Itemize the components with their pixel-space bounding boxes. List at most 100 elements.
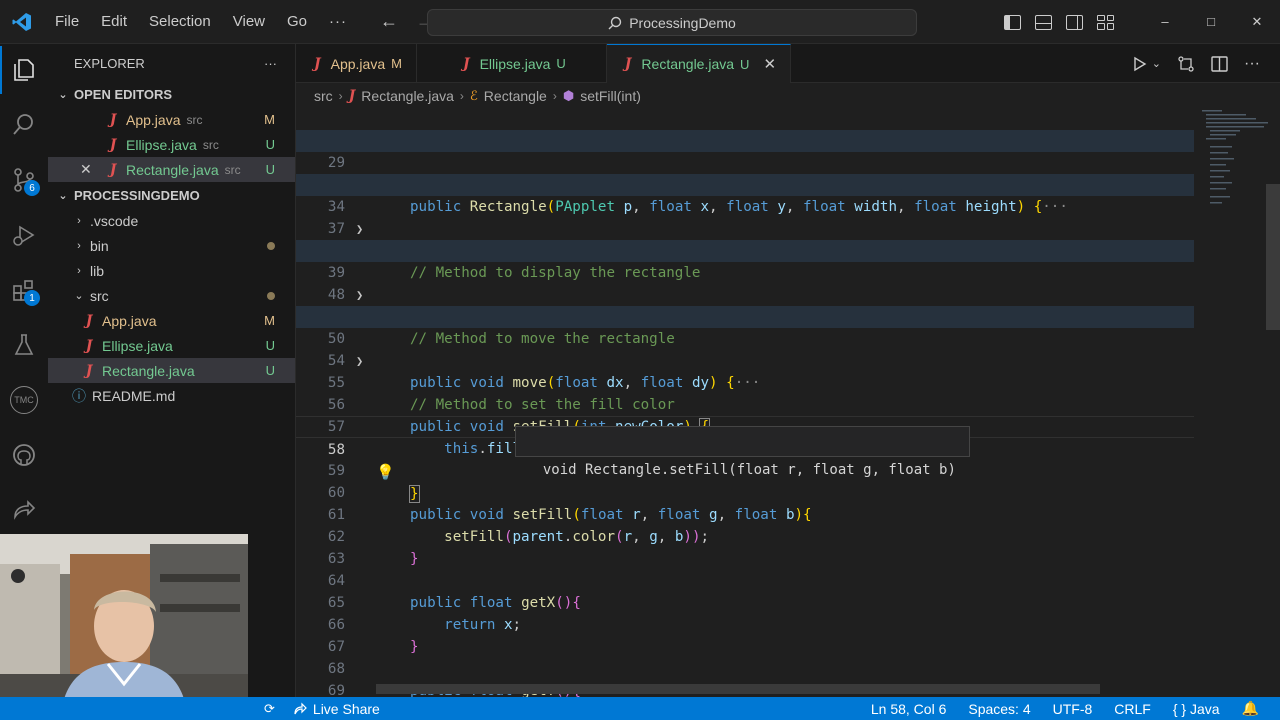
java-file-icon: J [109, 136, 117, 153]
open-editor-item-active[interactable]: ✕ J Rectangle.java src U [48, 157, 295, 182]
live-share-button[interactable]: Live Share [293, 701, 380, 717]
tab-rectangle-java[interactable]: J Rectangle.java U ✕ [606, 44, 792, 83]
source-control-activity[interactable]: 6 [0, 156, 48, 204]
tree-folder-src[interactable]: ⌄ src [48, 283, 295, 308]
code-line: 56 public void setFill(int newColor) { [296, 372, 1194, 436]
tab-ellipse-java[interactable]: J Ellipse.java U [417, 44, 607, 83]
file-name: Ellipse.java [126, 136, 197, 153]
code-line: 50 ❯ public void move(float dx, float dy… [296, 306, 1194, 391]
git-status: M [264, 112, 275, 127]
code-editor[interactable]: 28 29 ❯ public Rectangle(PApplet p, floa… [296, 108, 1280, 697]
tab-app-java[interactable]: J App.java M [296, 44, 417, 83]
git-status: M [264, 313, 275, 328]
code-line: 39 ❯ public void display() {··· [296, 240, 1194, 325]
command-center[interactable]: ProcessingDemo [427, 9, 917, 36]
java-file-icon: J [85, 312, 93, 329]
tree-folder[interactable]: › .vscode [48, 208, 295, 233]
files-icon [14, 59, 34, 81]
file-name: README.md [92, 387, 176, 404]
extensions-badge: 1 [24, 290, 40, 306]
run-icon[interactable] [1132, 56, 1148, 72]
back-arrow-icon[interactable]: ← [380, 11, 398, 32]
search-activity[interactable] [0, 101, 48, 149]
close-window-button[interactable]: ✕ [1234, 14, 1280, 30]
java-file-icon: J [109, 111, 117, 128]
git-status: U [265, 137, 275, 152]
code-line: 48 [296, 262, 1194, 303]
close-tab-icon[interactable]: ✕ [763, 55, 776, 73]
close-editor-icon[interactable]: ✕ [80, 161, 104, 178]
run-debug-activity[interactable] [0, 211, 48, 259]
chevron-right-icon: › [77, 239, 81, 252]
minimap[interactable] [1198, 108, 1268, 218]
open-editor-item[interactable]: J Ellipse.java src U [48, 132, 295, 157]
open-editors-header[interactable]: ⌄ OPEN EDITORS [48, 82, 295, 107]
breadcrumb: src › J Rectangle.java › ℰ Rectangle › ⬢… [296, 84, 1280, 108]
file-folder-desc: src [202, 137, 219, 152]
menu-go[interactable]: Go [276, 13, 318, 30]
open-editor-item[interactable]: J App.java src M [48, 107, 295, 132]
modified-dot [267, 291, 275, 300]
testing-activity[interactable] [0, 321, 48, 369]
search-icon [13, 114, 33, 135]
tab-git-status: U [740, 56, 750, 72]
tree-file[interactable]: ⓘ README.md [48, 383, 295, 408]
remote-explorer-activity[interactable] [0, 486, 48, 534]
code-line: 63 [296, 526, 1194, 567]
indentation[interactable]: Spaces: 4 [957, 701, 1041, 717]
breadcrumb-file[interactable]: Rectangle.java [361, 88, 454, 104]
project-header[interactable]: ⌄ PROCESSINGDEMO [48, 183, 295, 208]
menu-file[interactable]: File [44, 13, 90, 30]
tab-git-status: U [556, 56, 566, 71]
git-status: U [265, 363, 275, 378]
language-mode[interactable]: { } Java [1162, 701, 1231, 717]
minimize-button[interactable]: – [1142, 14, 1188, 30]
explorer-activity[interactable] [0, 46, 48, 94]
menu-view[interactable]: View [222, 13, 276, 30]
menu-edit[interactable]: Edit [90, 13, 138, 30]
navigation-arrows: ← → [380, 11, 434, 32]
share-arrow-icon [14, 500, 36, 520]
maximize-button[interactable]: □ [1188, 14, 1234, 30]
editor-more-actions[interactable]: ··· [1244, 55, 1260, 73]
folder-name: lib [90, 262, 105, 279]
java-file-icon: J [462, 55, 470, 72]
code-line: 54 [296, 328, 1194, 369]
run-dropdown-chevron-icon[interactable]: ⌄ [1152, 57, 1161, 70]
toggle-panel-icon[interactable] [1035, 14, 1052, 30]
vertical-scrollbar[interactable] [1266, 184, 1280, 330]
breadcrumb-method[interactable]: setFill(int) [580, 88, 641, 104]
java-file-icon: J [624, 56, 632, 72]
tree-folder[interactable]: › bin [48, 233, 295, 258]
method-cube-icon: ⬢ [562, 88, 575, 103]
code-line: 61 setFill(parent.color(r, g, b)); [296, 482, 1194, 545]
extensions-activity[interactable]: 1 [0, 266, 48, 314]
cursor-position[interactable]: Ln 58, Col 6 [860, 701, 958, 717]
explorer-more-button[interactable]: ··· [264, 56, 277, 71]
chevron-right-icon: › [338, 89, 343, 103]
github-activity[interactable] [0, 431, 48, 479]
tree-file-active[interactable]: J Rectangle.java U [48, 358, 295, 383]
compare-changes-icon[interactable] [1177, 55, 1195, 73]
notifications-bell-icon[interactable]: 🔔 [1231, 700, 1270, 717]
customize-layout-icon[interactable] [1097, 14, 1114, 30]
code-line: 64 public float getX(){ [296, 548, 1194, 611]
tmc-activity[interactable]: TMC [0, 376, 48, 424]
toggle-secondary-sidebar-icon[interactable] [1066, 14, 1083, 30]
menu-more[interactable]: ··· [318, 13, 358, 30]
tree-file[interactable]: J App.java M [48, 308, 295, 333]
source-control-badge: 6 [24, 180, 40, 196]
horizontal-scrollbar[interactable] [376, 684, 1100, 694]
breadcrumb-folder[interactable]: src [314, 88, 333, 104]
tree-folder[interactable]: › lib [48, 258, 295, 283]
toggle-primary-sidebar-icon[interactable] [1004, 14, 1021, 30]
breadcrumb-class[interactable]: Rectangle [484, 88, 547, 104]
menu-selection[interactable]: Selection [138, 13, 222, 30]
end-of-line[interactable]: CRLF [1103, 701, 1162, 717]
encoding[interactable]: UTF-8 [1042, 701, 1104, 717]
code-line: 55 // Method to set the fill color [296, 350, 1194, 413]
remote-indicator-icon[interactable]: ⟳ [264, 701, 275, 717]
split-editor-icon[interactable] [1211, 55, 1228, 72]
code-line: 38 // Method to display the rectangle [296, 218, 1194, 281]
tree-file[interactable]: J Ellipse.java U [48, 333, 295, 358]
